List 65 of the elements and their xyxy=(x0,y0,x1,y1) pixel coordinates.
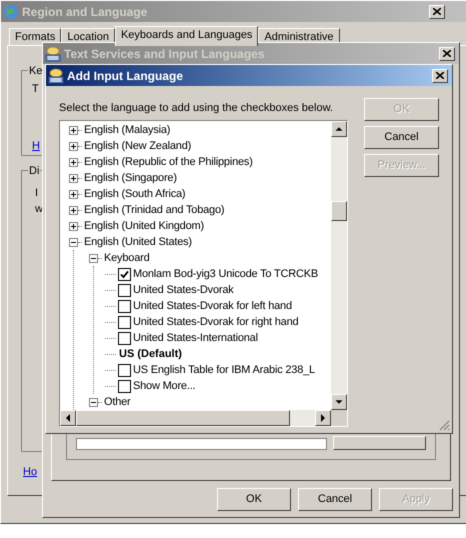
tree-item[interactable]: Show More... xyxy=(131,378,198,394)
checkbox[interactable] xyxy=(118,268,131,280)
tab[interactable]: Formats xyxy=(9,28,62,45)
keyboard-icon xyxy=(45,46,61,62)
expand-icon[interactable] xyxy=(69,126,78,134)
instruction-text: Select the language to add using the checkboxes below. xyxy=(59,101,333,115)
tree-item[interactable]: English (Republic of the Philippines) xyxy=(82,154,255,170)
checkbox[interactable] xyxy=(118,300,131,312)
dialog-button[interactable]: Cancel xyxy=(364,126,439,149)
tree-item[interactable]: Monlam Bod-yig3 Unicode To TCRCKB xyxy=(131,266,320,282)
group-text: T xyxy=(32,82,39,97)
collapse-icon[interactable] xyxy=(89,398,98,406)
close-button[interactable] xyxy=(429,4,445,18)
tree-item[interactable]: Keyboard xyxy=(102,250,152,266)
close-icon xyxy=(433,8,441,15)
tree-item[interactable]: English (United States) xyxy=(82,234,194,250)
expand-icon[interactable] xyxy=(69,206,78,214)
expand-icon[interactable] xyxy=(69,174,78,182)
checkbox[interactable] xyxy=(118,364,131,376)
scrollbar-corner xyxy=(331,410,347,426)
window-title: Region and Language xyxy=(22,4,148,20)
list-box[interactable] xyxy=(76,438,327,450)
vertical-scrollbar[interactable] xyxy=(331,121,347,410)
globe-icon xyxy=(3,4,19,20)
help-link[interactable]: Ho xyxy=(23,464,38,480)
tree-item[interactable]: English (United Kingdom) xyxy=(82,218,206,234)
close-icon xyxy=(443,50,451,57)
tree-item: US (Default) xyxy=(118,346,183,362)
tree-item[interactable]: English (New Zealand) xyxy=(82,138,194,154)
expand-icon[interactable] xyxy=(69,142,78,150)
expand-icon[interactable] xyxy=(69,222,78,230)
close-button[interactable] xyxy=(432,68,448,82)
resize-grip-icon[interactable] xyxy=(439,420,450,431)
close-button[interactable] xyxy=(439,46,455,60)
dialog-title: Add Input Language xyxy=(67,68,184,84)
tree-item[interactable]: Other xyxy=(102,394,133,410)
close-icon xyxy=(436,72,444,79)
tree-item[interactable]: English (Malaysia) xyxy=(82,122,172,138)
checkbox[interactable] xyxy=(118,380,131,392)
window-title: Text Services and Input Languages xyxy=(64,46,266,62)
tab[interactable]: Keyboards and Languages xyxy=(114,26,258,46)
dialog-button[interactable]: Cancel xyxy=(298,488,372,511)
tree-item[interactable]: United States-Dvorak for left hand xyxy=(131,298,294,314)
checkbox[interactable] xyxy=(118,284,131,296)
collapse-icon[interactable] xyxy=(69,238,78,246)
tree-item[interactable]: United States-International xyxy=(131,330,260,346)
tree-item[interactable]: English (Singapore) xyxy=(82,170,179,186)
expand-icon[interactable] xyxy=(69,190,78,198)
help-link[interactable]: H xyxy=(32,138,40,154)
group-text: I xyxy=(35,186,38,201)
tree-item[interactable]: English (Trinidad and Tobago) xyxy=(82,202,226,218)
checkbox[interactable] xyxy=(118,332,131,344)
collapse-icon[interactable] xyxy=(89,254,98,262)
horizontal-scrollbar[interactable] xyxy=(60,410,331,426)
scrollbar-thumb[interactable] xyxy=(331,201,347,221)
tree-item[interactable]: English (South Africa) xyxy=(82,186,188,202)
tree-item[interactable]: United States-Dvorak for right hand xyxy=(131,314,300,330)
checkbox[interactable] xyxy=(118,316,131,328)
scrollbar-thumb[interactable] xyxy=(76,410,290,426)
move-down-button[interactable] xyxy=(332,436,426,450)
tree-item[interactable]: US English Table for IBM Arabic 238_L xyxy=(131,362,317,378)
tree-item[interactable]: United States-Dvorak xyxy=(131,282,236,298)
expand-icon[interactable] xyxy=(69,158,78,166)
dialog-button[interactable]: OK xyxy=(217,488,291,511)
keyboard-icon xyxy=(48,68,64,84)
